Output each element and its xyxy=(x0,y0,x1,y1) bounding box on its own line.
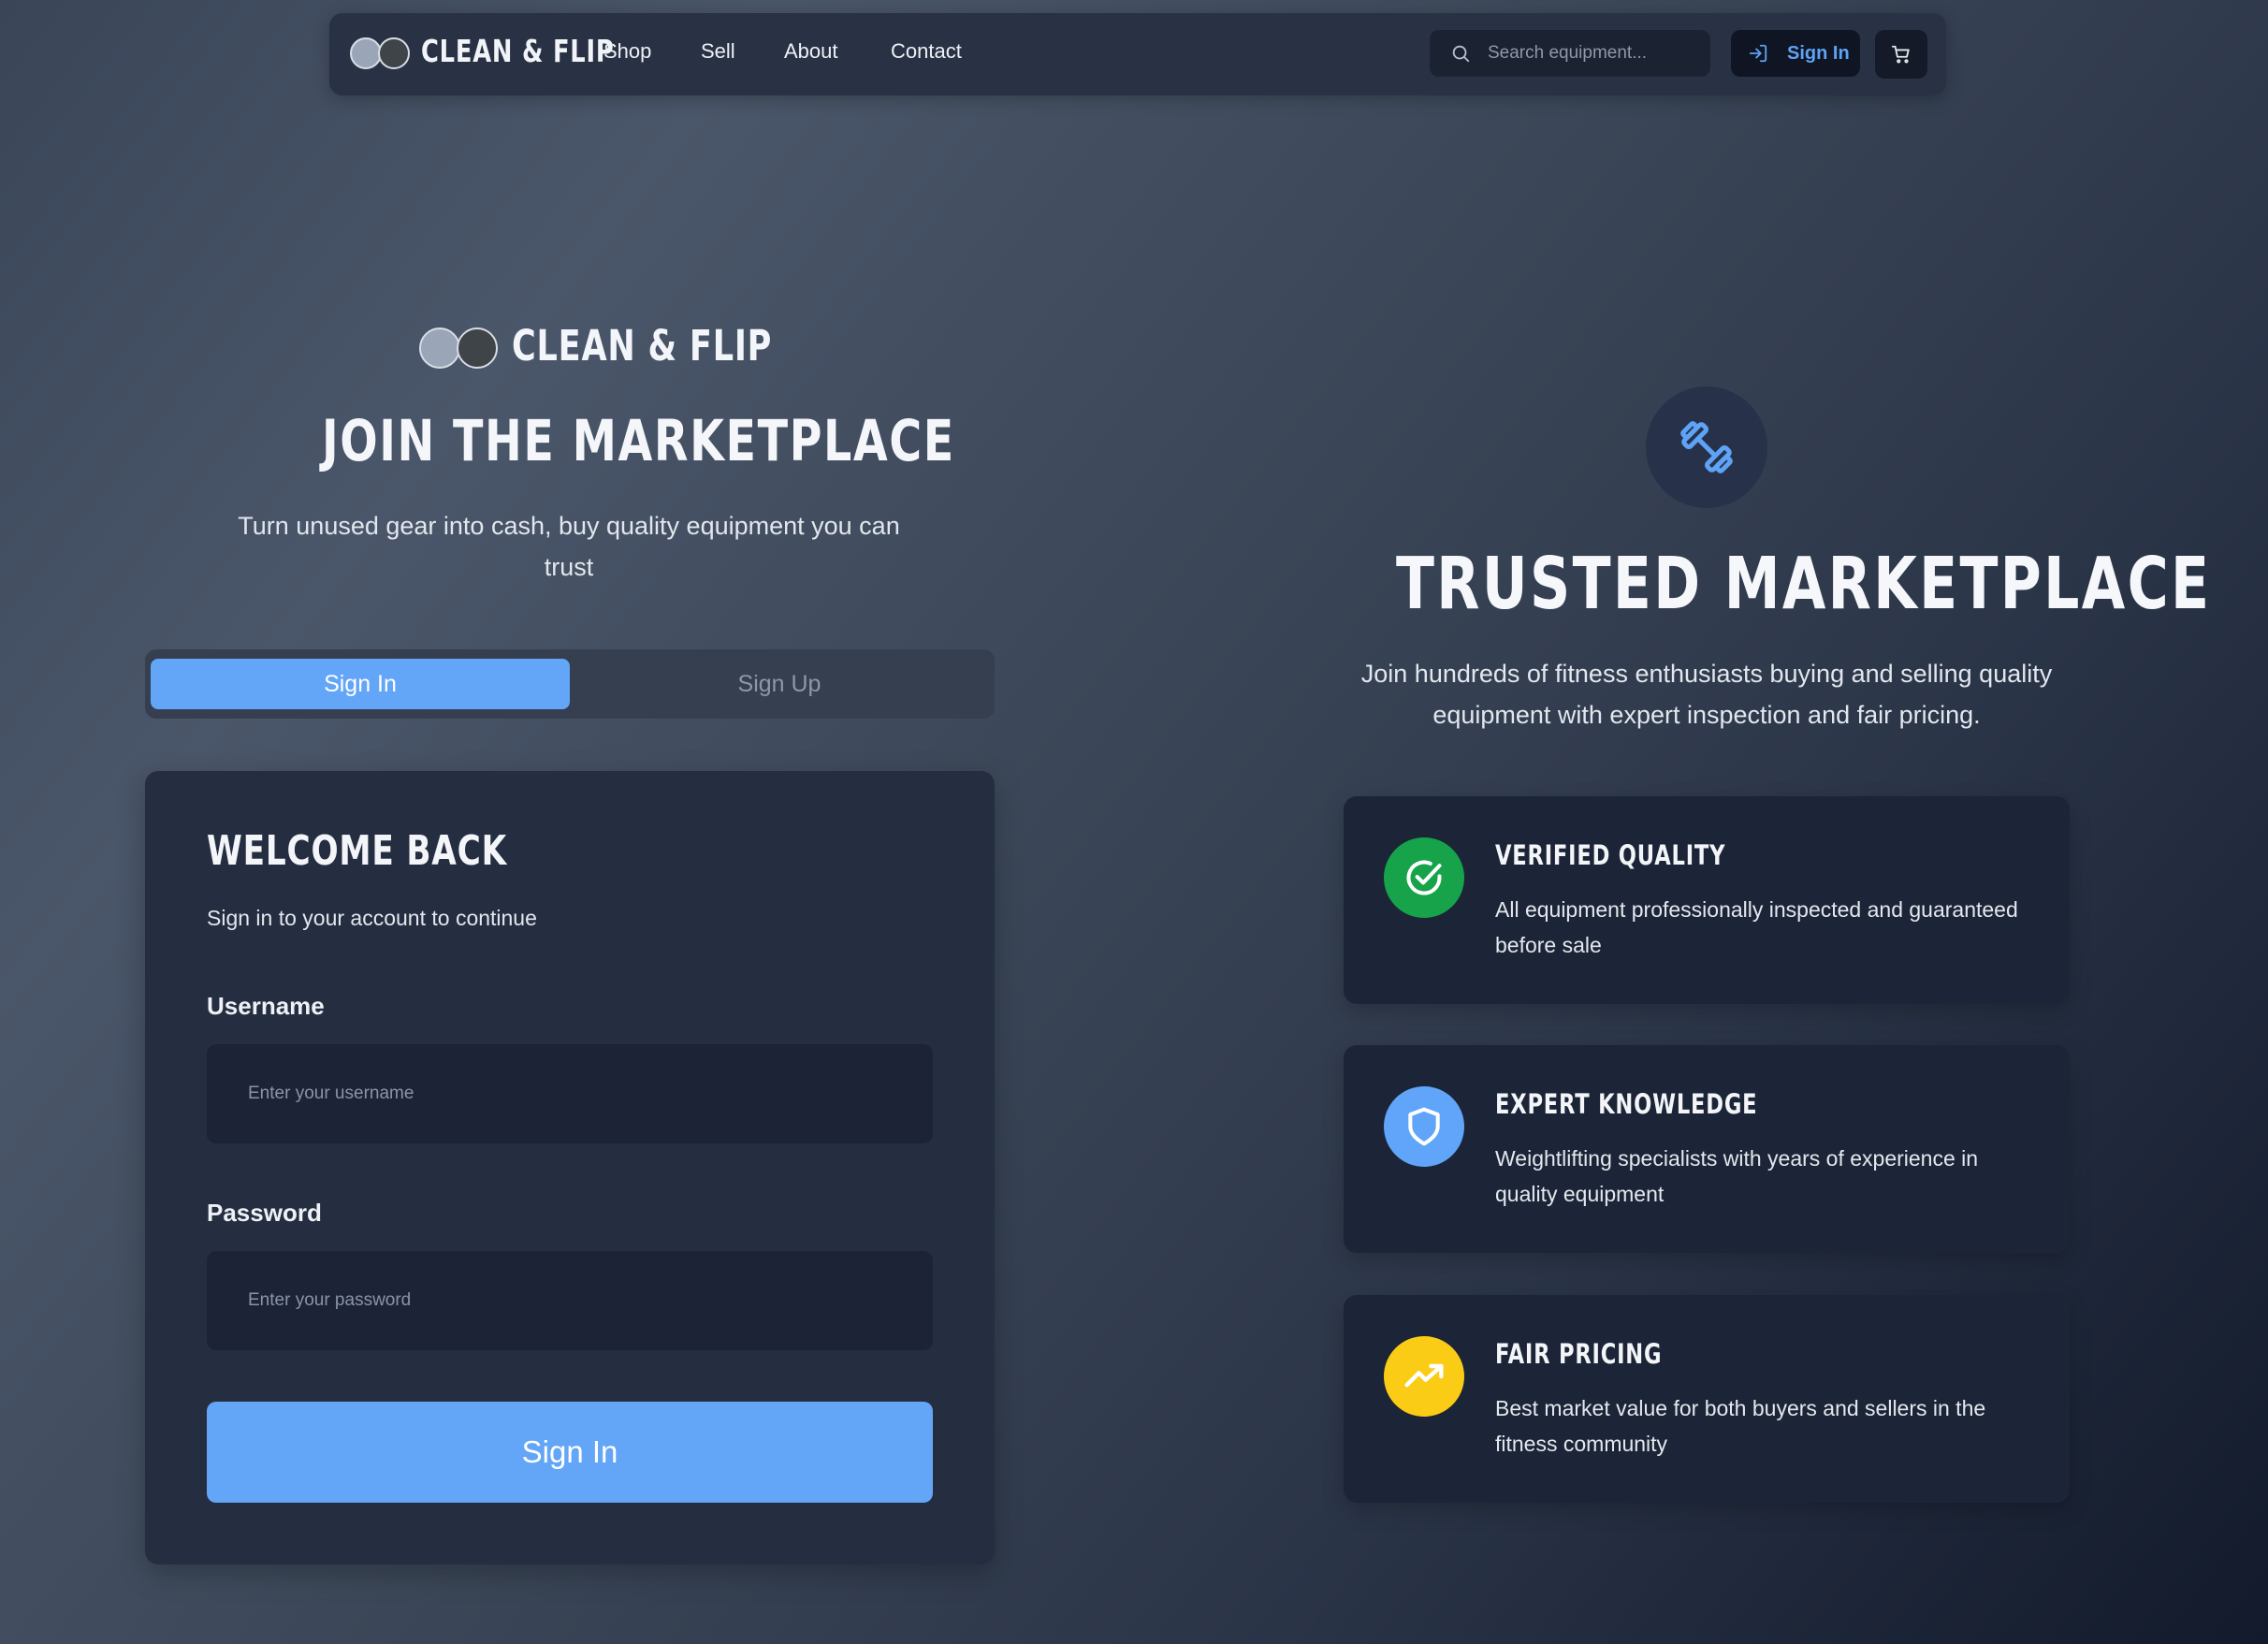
login-subtitle: Sign in to your account to continue xyxy=(207,906,537,930)
cart-icon xyxy=(1891,45,1910,64)
nav-link-about[interactable]: About xyxy=(784,39,838,64)
nav-sign-in-label: Sign In xyxy=(1787,43,1850,64)
logo-circle-dark xyxy=(378,37,410,69)
trust-title: TRUSTED MARKETPLACE xyxy=(1396,543,2212,626)
feature-icon-badge xyxy=(1384,837,1464,918)
dumbbell-badge xyxy=(1646,386,1767,508)
feature-card-verified-quality: VERIFIED QUALITY All equipment professio… xyxy=(1344,796,2070,1004)
search-input[interactable] xyxy=(1488,30,1703,77)
search-icon xyxy=(1452,45,1470,63)
nav-sign-in-button[interactable]: Sign In xyxy=(1731,30,1860,77)
nav-brand-name[interactable]: CLEAN & FLIP xyxy=(421,33,615,69)
sign-in-icon xyxy=(1749,44,1767,63)
username-label: Username xyxy=(207,992,325,1020)
feature-description: Weightlifting specialists with years of … xyxy=(1495,1146,1979,1206)
username-input[interactable] xyxy=(207,1044,933,1143)
hero-logo-circle-light xyxy=(419,327,460,369)
sign-in-submit-button[interactable]: Sign In xyxy=(207,1402,933,1503)
check-circle-icon xyxy=(1406,860,1442,895)
cart-button[interactable] xyxy=(1875,30,1927,79)
feature-description: All equipment professionally inspected a… xyxy=(1495,897,2018,957)
login-title: WELCOME BACK xyxy=(207,827,507,875)
feature-title: FAIR PRICING xyxy=(1495,1338,1663,1370)
feature-title: EXPERT KNOWLEDGE xyxy=(1495,1088,1758,1120)
shield-icon xyxy=(1408,1107,1440,1146)
feature-title: VERIFIED QUALITY xyxy=(1495,839,1726,871)
feature-card-fair-pricing: FAIR PRICING Best market value for both … xyxy=(1344,1295,2070,1503)
password-field[interactable] xyxy=(207,1251,933,1350)
search-box[interactable] xyxy=(1430,30,1710,77)
feature-icon-badge xyxy=(1384,1086,1464,1167)
feature-card-expert-knowledge: EXPERT KNOWLEDGE Weightlifting specialis… xyxy=(1344,1045,2070,1253)
trending-up-icon xyxy=(1404,1363,1444,1388)
hero-logo-circle-dark xyxy=(457,327,498,369)
hero-brand-name: CLEAN & FLIP xyxy=(512,321,773,371)
hero-subtitle: Turn unused gear into cash, buy quality … xyxy=(238,512,900,581)
logo-circle-light xyxy=(350,37,382,69)
nav-link-contact[interactable]: Contact xyxy=(891,39,962,64)
tab-sign-up[interactable]: Sign Up xyxy=(570,659,989,709)
hero-title: JOIN THE MARKETPLACE xyxy=(322,408,955,474)
nav-link-shop[interactable]: Shop xyxy=(603,39,651,64)
dumbbell-icon xyxy=(1680,421,1733,473)
password-input[interactable] xyxy=(207,1251,933,1350)
feature-icon-badge xyxy=(1384,1336,1464,1417)
nav-link-sell[interactable]: Sell xyxy=(701,39,735,64)
username-field[interactable] xyxy=(207,1044,933,1143)
login-card: WELCOME BACK Sign in to your account to … xyxy=(145,771,995,1564)
trust-subtitle: Join hundreds of fitness enthusiasts buy… xyxy=(1360,660,2053,729)
feature-description: Best market value for both buyers and se… xyxy=(1495,1396,1986,1456)
tab-sign-in[interactable]: Sign In xyxy=(151,659,570,709)
top-navbar: CLEAN & FLIP Shop Sell About Contact Sig… xyxy=(329,13,1946,95)
password-label: Password xyxy=(207,1199,322,1227)
auth-tabs: Sign In Sign Up xyxy=(145,649,995,719)
